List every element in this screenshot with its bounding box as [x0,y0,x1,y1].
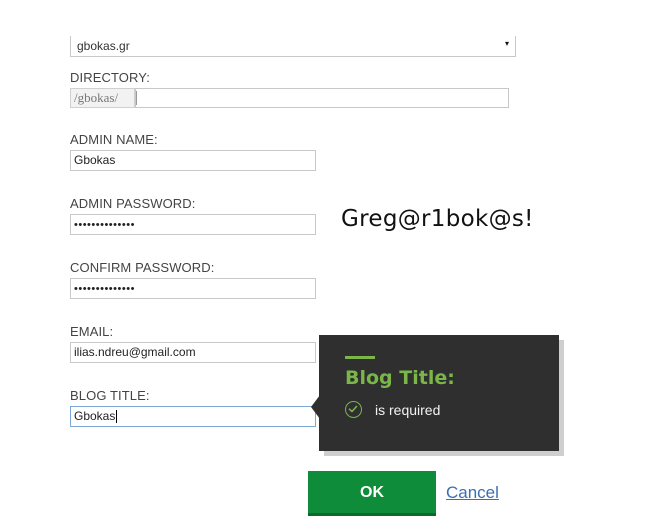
tooltip-title: Blog Title: [345,367,455,389]
cancel-link[interactable]: Cancel [446,483,499,503]
blog-title-label: BLOG TITLE: [70,388,150,403]
ok-button[interactable]: OK [308,471,436,516]
tooltip-accent-bar [345,356,375,359]
directory-prefix: /gbokas/ [70,88,135,108]
tooltip-message: is required [375,402,441,418]
password-annotation: Greg@r1bok@s! [341,206,534,232]
admin-name-input[interactable]: Gbokas [70,150,316,171]
directory-input-divider [136,91,137,105]
domain-select-value: gbokas.gr [77,39,130,53]
blog-title-value: Gbokas [74,409,116,423]
domain-select[interactable]: gbokas.gr ▾ [70,36,516,57]
validation-tooltip: Blog Title: is required [319,335,559,451]
admin-name-label: ADMIN NAME: [70,132,158,147]
chevron-down-icon: ▾ [504,39,509,48]
email-value: ilias.ndreu@gmail.com [74,345,196,359]
confirm-password-label: CONFIRM PASSWORD: [70,260,215,275]
confirm-password-input[interactable]: •••••••••••••• [70,278,316,299]
email-input[interactable]: ilias.ndreu@gmail.com [70,342,316,363]
admin-name-value: Gbokas [74,153,116,167]
directory-input[interactable] [135,88,509,108]
email-label: EMAIL: [70,324,114,339]
admin-password-value: •••••••••••••• [74,219,135,231]
admin-password-label: ADMIN PASSWORD: [70,196,196,211]
admin-password-input[interactable]: •••••••••••••• [70,214,316,235]
confirm-password-value: •••••••••••••• [74,283,135,295]
directory-label: DIRECTORY: [70,70,150,85]
text-caret [116,410,118,424]
check-circle-icon [345,401,362,418]
blog-title-input[interactable]: Gbokas [70,406,316,427]
